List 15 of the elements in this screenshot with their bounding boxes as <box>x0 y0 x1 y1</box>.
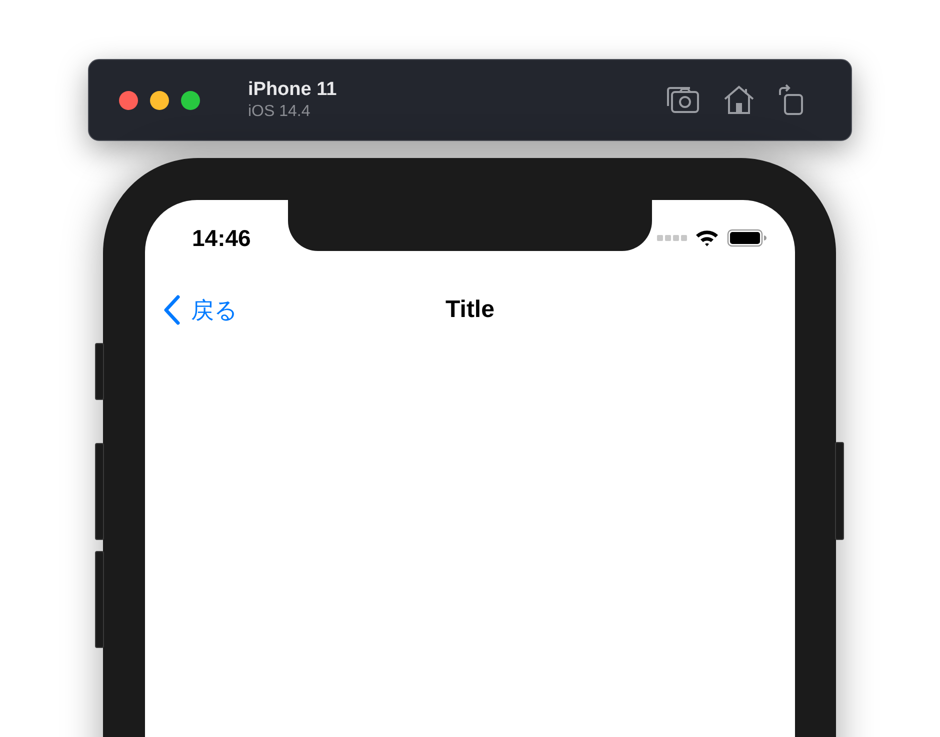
rotate-icon[interactable] <box>777 84 805 116</box>
chevron-left-icon <box>163 295 181 325</box>
back-button[interactable]: 戻る <box>163 294 238 326</box>
zoom-button[interactable] <box>181 90 200 110</box>
battery-icon <box>727 228 767 248</box>
nav-title: Title <box>446 296 494 324</box>
screenshot-icon[interactable] <box>665 85 701 115</box>
minimize-button[interactable] <box>150 90 169 110</box>
status-time: 14:46 <box>192 224 251 252</box>
wifi-icon <box>695 229 719 247</box>
home-icon[interactable] <box>723 85 755 115</box>
signal-icon <box>657 235 687 241</box>
close-button[interactable] <box>119 90 138 110</box>
os-version: iOS 14.4 <box>248 103 312 121</box>
device-name: iPhone 11 <box>248 79 337 101</box>
